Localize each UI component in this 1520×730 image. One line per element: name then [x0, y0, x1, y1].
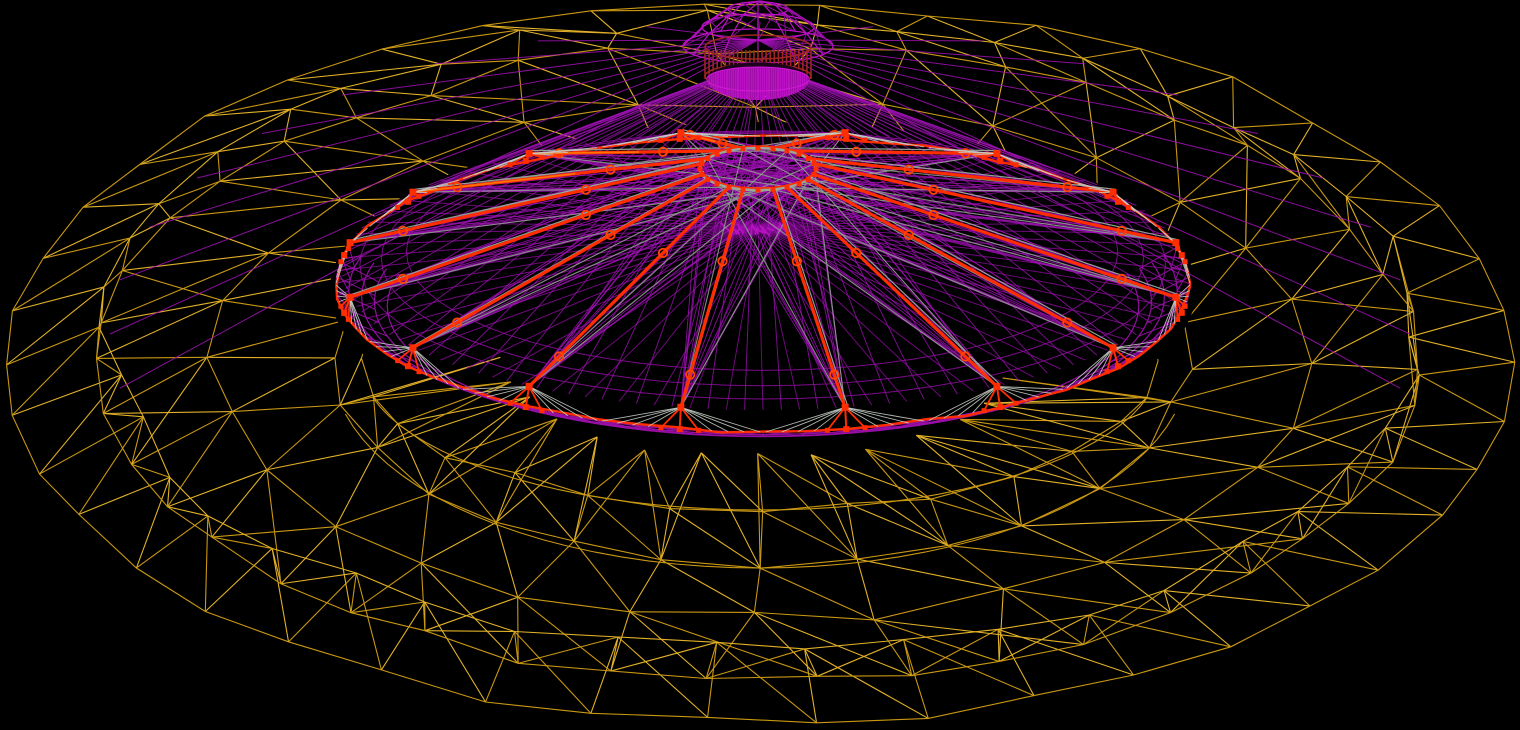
wireframe-render [0, 0, 1520, 730]
wireframe-scene-svg [0, 0, 1520, 730]
